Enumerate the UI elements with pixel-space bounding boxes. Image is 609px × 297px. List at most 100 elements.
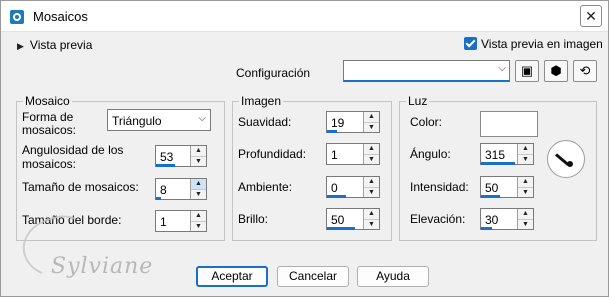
angularidad-spin[interactable]: 53 ▲ ▼ — [155, 145, 207, 167]
arrow-up-icon[interactable]: ▲ — [364, 209, 379, 219]
ambiente-level-bar — [327, 195, 346, 198]
luz-title: Luz — [406, 94, 430, 108]
arrow-down-icon[interactable]: ▼ — [364, 187, 379, 197]
arrow-down-icon[interactable]: ▼ — [191, 189, 206, 199]
arrow-up-icon[interactable]: ▲ — [518, 144, 533, 154]
suavidad-value: 19 — [331, 116, 345, 130]
arrow-up-icon[interactable]: ▲ — [364, 177, 379, 187]
spin-arrows[interactable]: ▲ ▼ — [517, 144, 533, 164]
expand-arrow-icon: ▶ — [17, 41, 24, 51]
forma-label-2: mosaicos: — [22, 123, 77, 137]
spin-arrows[interactable]: ▲ ▼ — [190, 211, 206, 231]
checkbox-checked-icon[interactable] — [464, 37, 477, 50]
config-combo[interactable]: ⌵ — [343, 60, 510, 82]
angulo-value: 315 — [485, 148, 506, 162]
intensidad-spin[interactable]: 50 ▲ ▼ — [480, 176, 534, 198]
preview-expander[interactable]: ▶ Vista previa — [17, 38, 92, 52]
elevacion-level-bar — [481, 227, 492, 230]
intensidad-value: 50 — [485, 181, 499, 195]
angularidad-label-1: Angulosidad de los — [22, 143, 124, 157]
intensidad-level-bar — [481, 195, 500, 198]
arrow-down-icon[interactable]: ▼ — [364, 122, 379, 132]
arrow-down-icon[interactable]: ▼ — [364, 219, 379, 229]
spin-arrows[interactable]: ▲ ▼ — [363, 209, 379, 229]
preview-on-image-checkbox[interactable]: Vista previa en imagen — [464, 37, 603, 51]
borde-value: 1 — [160, 215, 167, 229]
tamano-spin[interactable]: 8 ▲ ▼ — [155, 178, 207, 200]
color-label: Color: — [410, 115, 443, 129]
arrow-up-icon[interactable]: ▲ — [191, 211, 206, 221]
brillo-level-bar — [327, 227, 355, 230]
reset-button[interactable]: ⟲ — [573, 60, 597, 82]
arrow-down-icon[interactable]: ▼ — [518, 187, 533, 197]
arrow-up-icon[interactable]: ▲ — [518, 209, 533, 219]
accept-button[interactable]: Aceptar — [196, 266, 268, 287]
light-color-swatch[interactable] — [480, 111, 538, 137]
ambiente-spin[interactable]: 0 ▲ ▼ — [326, 176, 380, 198]
title-bar: Mosaicos ✕ — [1, 1, 608, 32]
arrow-down-icon[interactable]: ▼ — [518, 154, 533, 164]
ambiente-value: 0 — [331, 181, 338, 195]
reset-stamp-icon: ⟲ — [579, 63, 591, 78]
save-preset-button[interactable]: ▣ — [515, 60, 539, 82]
preview-on-image-label: Vista previa en imagen — [481, 37, 603, 51]
arrow-up-icon[interactable]: ▲ — [191, 179, 206, 189]
config-label: Configuración — [236, 66, 311, 80]
floppy-disk-icon: ▣ — [520, 63, 534, 78]
brillo-label: Brillo: — [238, 212, 269, 226]
brillo-value: 50 — [331, 213, 345, 227]
brillo-spin[interactable]: 50 ▲ ▼ — [326, 208, 380, 230]
mosaico-title: Mosaico — [23, 94, 72, 108]
arrow-down-icon[interactable]: ▼ — [364, 154, 379, 164]
borde-spin[interactable]: 1 ▲ ▼ — [155, 210, 207, 232]
spin-arrows[interactable]: ▲ ▼ — [363, 144, 379, 164]
elevacion-spin[interactable]: 30 ▲ ▼ — [480, 208, 534, 230]
suavidad-spin[interactable]: 19 ▲ ▼ — [326, 111, 380, 133]
cancel-button[interactable]: Cancelar — [277, 266, 349, 287]
suavidad-label: Suavidad: — [238, 115, 292, 129]
arrow-up-icon[interactable]: ▲ — [364, 144, 379, 154]
chevron-down-icon: ⌵ — [198, 113, 206, 124]
tamano-level-bar — [156, 197, 161, 200]
spin-arrows[interactable]: ▲ ▼ — [517, 177, 533, 197]
profundidad-spin[interactable]: 1 ▲ ▼ — [326, 143, 380, 165]
window-title: Mosaicos — [33, 9, 88, 24]
angulo-label: Ángulo: — [410, 147, 451, 161]
app-icon — [10, 10, 24, 24]
angularidad-value: 53 — [160, 150, 174, 164]
spin-arrows[interactable]: ▲ ▼ — [190, 179, 206, 199]
arrow-down-icon[interactable]: ▼ — [191, 156, 206, 166]
ambiente-label: Ambiente: — [238, 180, 293, 194]
spin-arrows[interactable]: ▲ ▼ — [363, 177, 379, 197]
forma-select[interactable]: Triángulo ⌵ — [107, 109, 211, 131]
arrow-down-icon[interactable]: ▼ — [191, 221, 206, 231]
angulo-spin[interactable]: 315 ▲ ▼ — [480, 143, 534, 165]
arrow-up-icon[interactable]: ▲ — [518, 177, 533, 187]
watermark-signature: Sylviane — [51, 254, 154, 279]
close-button[interactable]: ✕ — [580, 5, 602, 27]
tamano-label: Tamaño de mosaicos: — [22, 180, 139, 194]
tamano-value: 8 — [160, 183, 167, 197]
spin-arrows[interactable]: ▲ ▼ — [190, 146, 206, 166]
arrow-down-icon[interactable]: ▼ — [518, 219, 533, 229]
forma-value: Triángulo — [112, 114, 162, 128]
intensidad-label: Intensidad: — [410, 180, 469, 194]
arrow-up-icon[interactable]: ▲ — [191, 146, 206, 156]
profundidad-label: Profundidad: — [238, 147, 307, 161]
spin-arrows[interactable]: ▲ ▼ — [517, 209, 533, 229]
dial-knob-icon — [567, 161, 573, 167]
elevacion-label: Elevación: — [410, 212, 466, 226]
randomize-button[interactable]: ⬢ — [544, 60, 568, 82]
elevacion-value: 30 — [485, 213, 499, 227]
arrow-up-icon[interactable]: ▲ — [364, 112, 379, 122]
help-button[interactable]: Ayuda — [357, 266, 429, 287]
imagen-title: Imagen — [239, 94, 284, 108]
angularidad-level-bar — [156, 164, 175, 167]
mosaicos-dialog: Mosaicos ✕ ▶ Vista previa Vista previa en… — [0, 0, 609, 297]
angle-dial[interactable] — [547, 140, 585, 178]
spin-arrows[interactable]: ▲ ▼ — [363, 112, 379, 132]
suavidad-level-bar — [327, 130, 337, 133]
angulo-level-bar — [481, 162, 515, 165]
profundidad-value: 1 — [331, 148, 338, 162]
chevron-down-icon[interactable]: ⌵ — [498, 63, 506, 74]
